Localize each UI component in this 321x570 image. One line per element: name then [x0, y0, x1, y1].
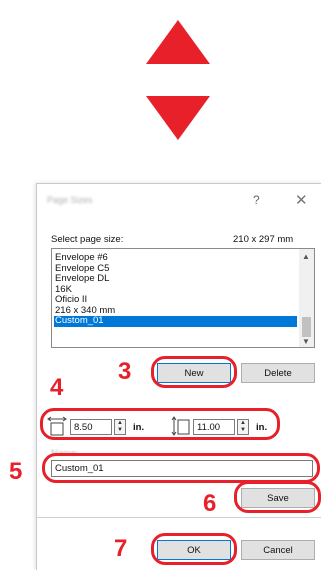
page-size-readout: 210 x 297 mm	[233, 234, 294, 245]
scroll-down-icon[interactable]: ▼	[302, 337, 310, 346]
scroll-thumb[interactable]	[302, 317, 311, 337]
step-7-label: 7	[114, 535, 128, 562]
step-5-label: 5	[9, 458, 23, 485]
help-button[interactable]: ?	[253, 193, 260, 207]
divider	[37, 517, 321, 518]
scroll-up-icon[interactable]: ▲	[302, 252, 310, 261]
scroll-down-arrow-icon	[146, 96, 210, 140]
list-scrollbar[interactable]: ▲ ▼	[299, 249, 314, 347]
callout-ring-ok	[151, 533, 237, 565]
step-3-label: 3	[118, 358, 132, 385]
step-4-label: 4	[50, 374, 64, 401]
cancel-button[interactable]: Cancel	[241, 540, 315, 560]
dialog-titlebar: Page Sizes ? ✕	[37, 184, 321, 218]
list-item[interactable]: Oficio II	[54, 294, 297, 306]
step-6-label: 6	[203, 490, 217, 517]
list-item[interactable]: Envelope DL	[54, 273, 297, 285]
select-page-size-label: Select page size:	[51, 234, 124, 245]
callout-ring-save	[234, 481, 321, 513]
callout-ring-name	[42, 453, 320, 483]
callout-ring-new	[151, 356, 237, 388]
page-size-list[interactable]: Envelope #6 Envelope C5 Envelope DL 16K …	[51, 248, 315, 348]
delete-button[interactable]: Delete	[241, 363, 315, 383]
dialog-title: Page Sizes	[47, 195, 93, 205]
close-button[interactable]: ✕	[295, 191, 308, 209]
list-item-selected[interactable]: Custom_01	[54, 315, 297, 327]
list-item[interactable]: 16K	[54, 284, 297, 296]
scroll-up-arrow-icon	[146, 20, 210, 64]
callout-ring-size	[40, 408, 280, 440]
list-item[interactable]: Envelope #6	[54, 252, 297, 264]
